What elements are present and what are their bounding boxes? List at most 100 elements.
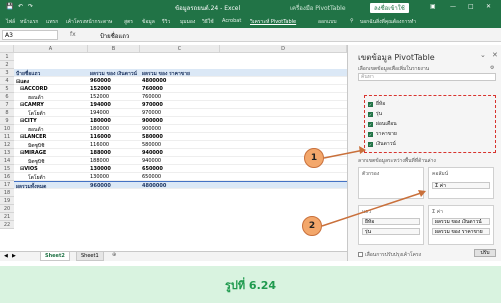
row-price: 900000: [142, 118, 163, 124]
table-row[interactable]: มิตซูบิชิ 116000 580000: [14, 141, 347, 149]
add-sheet-icon[interactable]: ⊕: [112, 252, 116, 258]
undo-icon[interactable]: ↶: [18, 3, 23, 10]
rows-area-item-model[interactable]: รุ่น: [362, 228, 420, 235]
row-header[interactable]: 6: [0, 93, 14, 101]
tab-design[interactable]: ออกแบบ: [318, 18, 337, 26]
maximize-icon[interactable]: □: [468, 3, 474, 10]
row-header[interactable]: 14: [0, 157, 14, 165]
defer-update-checkbox[interactable]: เลื่อนการปรับปรุงเค้าโครง: [358, 251, 421, 259]
pivot-header-row[interactable]: ป้ายชื่อแถว ผลรวม ของ เงินดาวน์ ผลรวม ขอ…: [14, 69, 347, 77]
ribbon-display-icon[interactable]: ▣: [430, 3, 436, 10]
row-header[interactable]: 19: [0, 197, 14, 205]
field-item-installment[interactable]: ✓ ผ่อนเดือน: [368, 120, 397, 129]
checkbox-unchecked-icon[interactable]: [358, 252, 363, 257]
sheet-tab-sheet1[interactable]: Sheet1: [76, 252, 104, 261]
sheet-scroll-left-icon[interactable]: ◀: [4, 253, 8, 259]
gear-icon[interactable]: ⚙: [490, 65, 494, 71]
row-header[interactable]: 22: [0, 221, 14, 229]
column-header-a[interactable]: A: [14, 45, 88, 53]
table-row[interactable]: มิตซูบิชิ 188000 940000: [14, 157, 347, 165]
tab-insert[interactable]: แทรก: [46, 18, 58, 26]
table-row[interactable]: โตโยต้า 194000 970000: [14, 109, 347, 117]
row-header[interactable]: 1: [0, 53, 14, 61]
table-row[interactable]: โตโยต้า 130000 650000: [14, 173, 347, 181]
save-icon[interactable]: 💾: [6, 3, 13, 10]
row-header[interactable]: 17: [0, 181, 14, 189]
values-area[interactable]: Σ ค่า ผลรวม ของ เงินดาวน์ ผลรวม ของ ราคา…: [428, 205, 494, 245]
tab-home[interactable]: หน้าแรก: [20, 18, 38, 26]
field-item-brand[interactable]: ✓ ยี่ห้อ: [368, 100, 385, 109]
checkbox-checked-icon[interactable]: ✓: [368, 121, 373, 127]
tab-page-layout[interactable]: เค้าโครงหน้ากระดาษ: [66, 18, 112, 26]
redo-icon[interactable]: ↷: [28, 3, 33, 10]
row-header[interactable]: 16: [0, 173, 14, 181]
table-row[interactable]: ⊟MIRAGE 188000 940000: [14, 149, 347, 157]
row-header[interactable]: 20: [0, 205, 14, 213]
signin-button[interactable]: ลงชื่อเข้าใช้: [370, 3, 409, 13]
row-header[interactable]: 4: [0, 77, 14, 85]
formula-input[interactable]: ป้ายชื่อแถว: [100, 31, 129, 41]
worksheet-grid[interactable]: A B C D 1 2 3 4 5 6 7 8 9 10 11 12 13 14…: [0, 45, 347, 251]
table-row[interactable]: ⊟แดง 960000 4800000: [14, 77, 347, 85]
checkbox-checked-icon[interactable]: ✓: [368, 101, 373, 107]
tab-acrobat[interactable]: Acrobat: [222, 18, 241, 24]
table-row[interactable]: ⊟CITY 180000 900000: [14, 117, 347, 125]
table-row[interactable]: ฮอนด้า 152000 760000: [14, 93, 347, 101]
row-header[interactable]: 2: [0, 61, 14, 69]
row-header[interactable]: 5: [0, 85, 14, 93]
field-search-input[interactable]: ค้นหา: [358, 73, 496, 81]
filters-area[interactable]: ตัวกรอง: [358, 167, 424, 199]
field-item-price[interactable]: ✓ ราคาขาย: [368, 130, 397, 139]
row-header[interactable]: 15: [0, 165, 14, 173]
close-icon[interactable]: ✕: [486, 3, 491, 10]
column-header-b[interactable]: B: [88, 45, 140, 53]
tab-file[interactable]: ไฟล์: [6, 18, 15, 26]
row-header[interactable]: 13: [0, 149, 14, 157]
row-header[interactable]: 10: [0, 125, 14, 133]
row-header[interactable]: 11: [0, 133, 14, 141]
columns-area[interactable]: คอลัมน์ Σ ค่า: [428, 167, 494, 199]
tell-me-input[interactable]: บอกฉันสิ่งที่คุณต้องการทำ: [360, 18, 416, 26]
sheet-tab-sheet2[interactable]: Sheet2: [40, 252, 70, 261]
field-item-down-payment[interactable]: ✓ เงินดาวน์: [368, 140, 396, 149]
row-header[interactable]: 9: [0, 117, 14, 125]
name-box[interactable]: A3: [2, 30, 58, 40]
values-area-item-down[interactable]: ผลรวม ของ เงินดาวน์: [432, 218, 490, 225]
field-item-model[interactable]: ✓ รุ่น: [368, 110, 382, 119]
row-header[interactable]: 21: [0, 213, 14, 221]
grand-total-row[interactable]: ผลรวมทั้งหมด 960000 4800000: [14, 181, 347, 190]
row-header[interactable]: 7: [0, 101, 14, 109]
tab-review[interactable]: รีวิว: [162, 18, 170, 26]
row-header[interactable]: 3: [0, 69, 14, 77]
rows-area[interactable]: แถว ยี่ห้อ รุ่น: [358, 205, 424, 245]
fx-icon[interactable]: fx: [70, 31, 76, 38]
row-header[interactable]: 12: [0, 141, 14, 149]
pane-close-icon[interactable]: ✕: [492, 51, 498, 59]
table-row[interactable]: ฮอนด้า 180000 900000: [14, 125, 347, 133]
minimize-icon[interactable]: —: [450, 3, 456, 10]
pane-options-icon[interactable]: ⌄: [480, 51, 486, 59]
pivot-fields-pane: เขตข้อมูล PivotTable ⌄ ✕ เลือกเขตข้อมูลเ…: [347, 45, 501, 261]
table-row[interactable]: ⊟ACCORD 152000 760000: [14, 85, 347, 93]
row-header[interactable]: 18: [0, 189, 14, 197]
checkbox-checked-icon[interactable]: ✓: [368, 131, 373, 137]
tab-help[interactable]: วิธีใช้: [202, 18, 214, 26]
tab-data[interactable]: ข้อมูล: [142, 18, 155, 26]
update-button[interactable]: ปรับ: [474, 249, 496, 257]
tab-view[interactable]: มุมมอง: [180, 18, 195, 26]
row-header[interactable]: 8: [0, 109, 14, 117]
column-header-d[interactable]: D: [220, 45, 347, 53]
checkbox-checked-icon[interactable]: ✓: [368, 141, 373, 147]
values-area-item-price[interactable]: ผลรวม ของ ราคาขาย: [432, 228, 490, 235]
columns-area-item[interactable]: Σ ค่า: [432, 182, 490, 189]
sheet-scroll-right-icon[interactable]: ▶: [12, 253, 16, 259]
tab-formulas[interactable]: สูตร: [124, 18, 133, 26]
select-all-corner[interactable]: [0, 45, 14, 53]
rows-area-item-brand[interactable]: ยี่ห้อ: [362, 218, 420, 225]
table-row[interactable]: ⊟VIOS 130000 650000: [14, 165, 347, 173]
table-row[interactable]: ⊟CAMRY 194000 970000: [14, 101, 347, 109]
table-row[interactable]: ⊟LANCER 116000 580000: [14, 133, 347, 141]
checkbox-checked-icon[interactable]: ✓: [368, 111, 373, 117]
column-header-c[interactable]: C: [140, 45, 220, 53]
tab-pivot-analyze[interactable]: วิเคราะห์ PivotTable: [250, 18, 296, 26]
